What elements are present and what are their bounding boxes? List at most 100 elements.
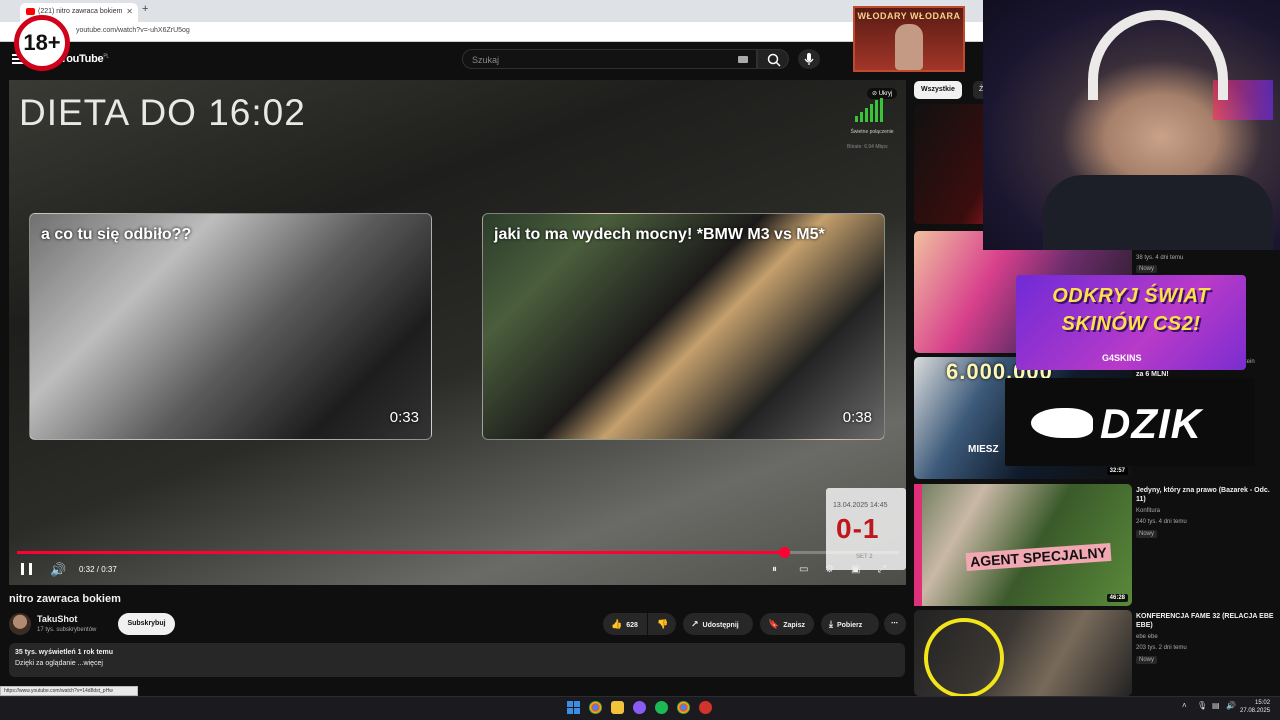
wlodary-title: WŁODARY WŁODARA [857,11,961,21]
spotify-icon[interactable] [655,701,668,714]
download-label: Pobierz [836,622,863,629]
recommended-meta: tein [1245,359,1255,365]
search-button[interactable] [757,49,789,69]
progress-scrubber[interactable] [779,547,791,558]
highlight-circle [924,618,1004,696]
keyboard-icon[interactable] [738,56,748,63]
dzik-logo-text: DZIK [1100,400,1202,447]
score-set: SET 2 [856,554,873,560]
settings-icon[interactable]: ⚙ [825,564,834,575]
fullscreen-icon[interactable]: ⤢ [878,564,886,575]
g4skins-logo: G4SKINS [1102,353,1142,363]
tray-expand-icon[interactable]: ˄ [1182,701,1187,710]
new-tab-icon[interactable]: + [142,3,148,15]
volume-tray-icon[interactable]: 🔊 [1226,701,1236,710]
download-icon: ⤓ [829,619,833,629]
autoplay-toggle-icon[interactable]: ⏸ [772,564,777,575]
endcard-video[interactable]: jaki to ma wydech mocny! *BMW M3 vs M5* … [482,213,885,440]
volume-icon[interactable]: 🔊 [50,562,66,578]
chip-all[interactable]: Wszystkie [914,81,962,99]
video-title: nitro zawraca bokiem [9,593,121,605]
recommended-channel[interactable]: Konfitura [1136,508,1160,514]
g4skins-ad-banner: ODKRYJ ŚWIAT SKINÓW CS2! G4SKINS [1016,275,1246,370]
network-icon[interactable]: ▤ [1212,701,1220,710]
url-field[interactable]: youtube.com/watch?v=-uhX6ZrU5og [76,27,190,34]
thumbnail-accent [914,484,922,606]
thumbs-up-icon: 👍 [611,619,623,629]
progress-fill [17,551,785,554]
file-explorer-icon[interactable] [611,701,624,714]
like-count: 628 [626,622,638,629]
share-label: Udostępnij [702,622,739,629]
stream-overlay-title: DIETA DO 16:02 [19,92,306,133]
more-actions-button[interactable]: ⋯ [884,613,906,635]
bookmark-icon: 🔖 [768,619,780,629]
g4-headline: ODKRYJ ŚWIAT [1052,285,1210,307]
clock-date: 27.08.2025 [1240,708,1271,714]
signal-bar [880,98,883,122]
youtube-header: YouTubePL Szukaj [0,42,985,78]
g4-headline: SKINÓW CS2! [1061,313,1201,335]
close-tab-icon[interactable]: ✕ [126,7,133,16]
new-badge: Nowy [1136,265,1158,273]
bitrate-label: Bitrate: 6.94 Mbps [847,144,888,150]
pause-button[interactable] [21,563,32,575]
recommended-meta: 203 tys. 2 dni temu [1136,645,1187,651]
messenger-icon[interactable] [633,701,646,714]
share-button[interactable]: ↗ Udostępnij [683,613,753,635]
endcard-title: jaki to ma wydech mocny! *BMW M3 vs M5* [494,226,825,243]
video-player[interactable]: DIETA DO 16:02 ⊘ Ukryj Świetne połączeni… [9,80,906,585]
video-duration: 46:28 [1106,594,1128,602]
view-count: 35 tys. wyświetleń 1 rok temu [15,649,114,656]
progress-bar[interactable] [17,547,899,558]
search-icon [767,53,781,67]
taskbar-clock[interactable]: 15:02 27.08.2025 [1240,699,1270,715]
save-button[interactable]: 🔖 Zapisz [760,613,814,635]
thumbs-down-icon: 👎 [657,619,669,629]
subscribe-button[interactable]: Subskrybuj [118,613,175,635]
age-rating-badge: 18+ [14,15,70,71]
signal-bar [865,108,868,122]
status-url: https://www.youtube.com/watch?v=14d8dst_… [0,686,138,696]
endcard-video[interactable]: a co tu się odbiło?? 0:33 [29,213,432,440]
signal-label: Świetne połączenie [850,129,894,135]
subtitles-icon[interactable]: ▭ [799,564,808,575]
time-display: 0:32 / 0:37 [79,565,117,574]
miniplayer-icon[interactable]: ▣ [851,564,860,575]
recommended-title[interactable]: Jedyny, który zna prawo (Bazarek - Odc. … [1136,486,1276,504]
signal-bar [870,104,873,122]
recommended-title[interactable]: KONFERENCJA FAME 32 (RELACJA EBE EBE) [1136,612,1276,630]
search-input[interactable]: Szukaj [462,49,757,69]
voice-search-button[interactable] [798,49,820,69]
dzik-ad-banner: DZIK [1005,378,1255,466]
thumbnail-overlay-text: MIESZ [968,444,999,455]
app-icon[interactable] [699,701,712,714]
windows-start-icon[interactable] [567,701,580,714]
dislike-button[interactable]: 👎 [648,613,676,635]
signal-bar [860,112,863,122]
tab-title: (221) nitro zawraca bokiem [38,8,123,15]
webcam-overlay [983,0,1280,250]
like-button[interactable]: 👍 628 [603,613,647,635]
channel-avatar[interactable] [9,613,31,635]
recommended-channel[interactable]: ebe ebe [1136,634,1158,640]
channel-name[interactable]: TakuShot [37,614,77,624]
download-button[interactable]: ⤓ Pobierz [821,613,879,635]
headphones-image [1088,10,1228,100]
new-badge: Nowy [1136,656,1158,664]
subscriber-count: 17 tys. subskrybentów [37,627,97,633]
clock-time: 15:02 [1255,700,1271,706]
portrait-image [895,24,923,70]
recommended-thumbnail[interactable] [914,610,1132,696]
boar-logo-icon [1031,408,1093,438]
microphone-icon [804,53,814,65]
hoodie-image [1043,175,1273,250]
description-text[interactable]: Dzięki za oglądanie ...więcej [15,660,103,667]
description-box[interactable] [9,643,905,677]
scoreboard-overlay: 13.04.2025 14:45 0-1 SET 2 [826,488,906,570]
microphone-tray-icon[interactable]: 🎙 [1197,701,1207,710]
chrome-icon[interactable] [589,701,602,714]
chrome-profile-icon[interactable] [677,701,690,714]
save-label: Zapisz [783,622,806,629]
more-icon: ⋯ [891,620,898,627]
